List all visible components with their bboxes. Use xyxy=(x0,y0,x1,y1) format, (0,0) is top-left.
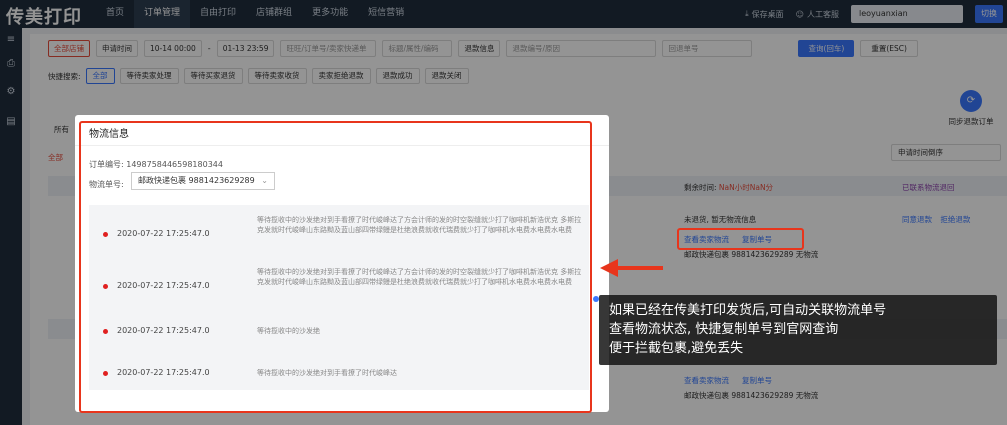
callout-line-3: 便于拦截包裹,避免丢失 xyxy=(609,341,744,356)
callout-line-2: 查看物流状态, 快捷复制单号到官网查询 xyxy=(609,322,839,337)
arrow-shaft xyxy=(618,266,663,270)
callout-tooltip: 如果已经在传美打印发货后,可自动关联物流单号 查看物流状态, 快捷复制单号到官网… xyxy=(599,295,997,365)
arrow-icon xyxy=(600,259,618,277)
highlight-box-modal xyxy=(79,121,592,413)
callout-line-1: 如果已经在传美打印发货后,可自动关联物流单号 xyxy=(609,303,887,318)
highlight-box-links xyxy=(677,228,804,250)
